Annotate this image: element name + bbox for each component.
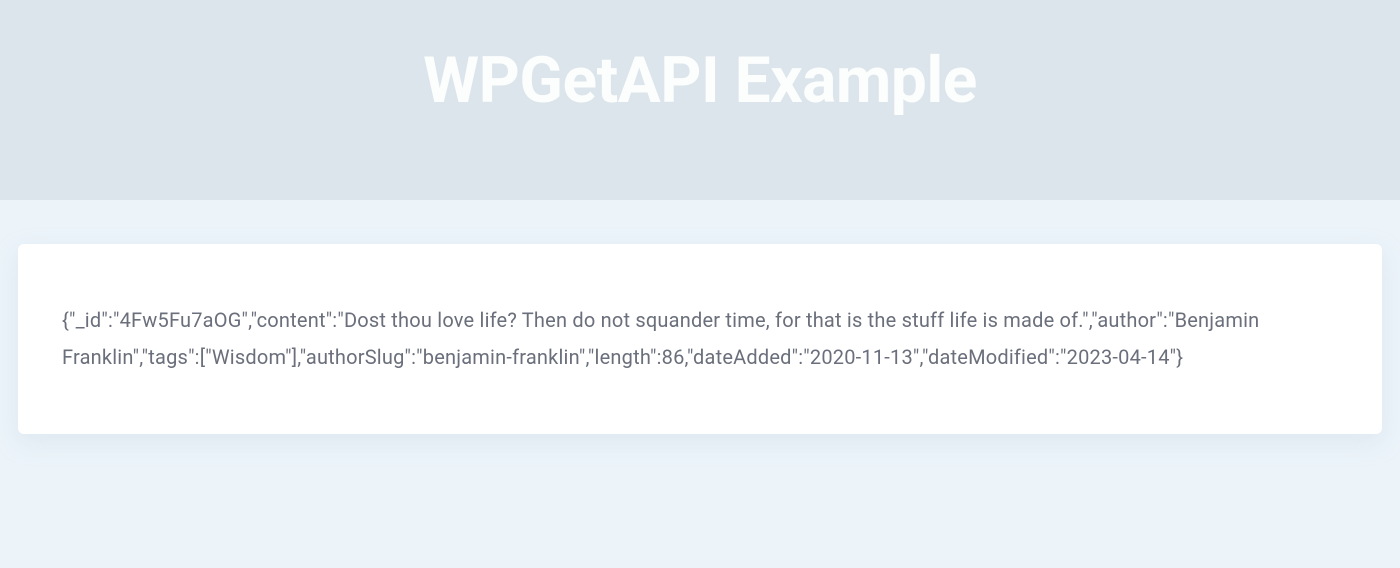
json-output: {"_id":"4Fw5Fu7aOG","content":"Dost thou…	[62, 302, 1338, 376]
header-section: WPGetAPI Example	[0, 0, 1400, 200]
content-card: {"_id":"4Fw5Fu7aOG","content":"Dost thou…	[18, 244, 1382, 434]
content-area: {"_id":"4Fw5Fu7aOG","content":"Dost thou…	[0, 200, 1400, 452]
page-title: WPGetAPI Example	[423, 43, 977, 118]
